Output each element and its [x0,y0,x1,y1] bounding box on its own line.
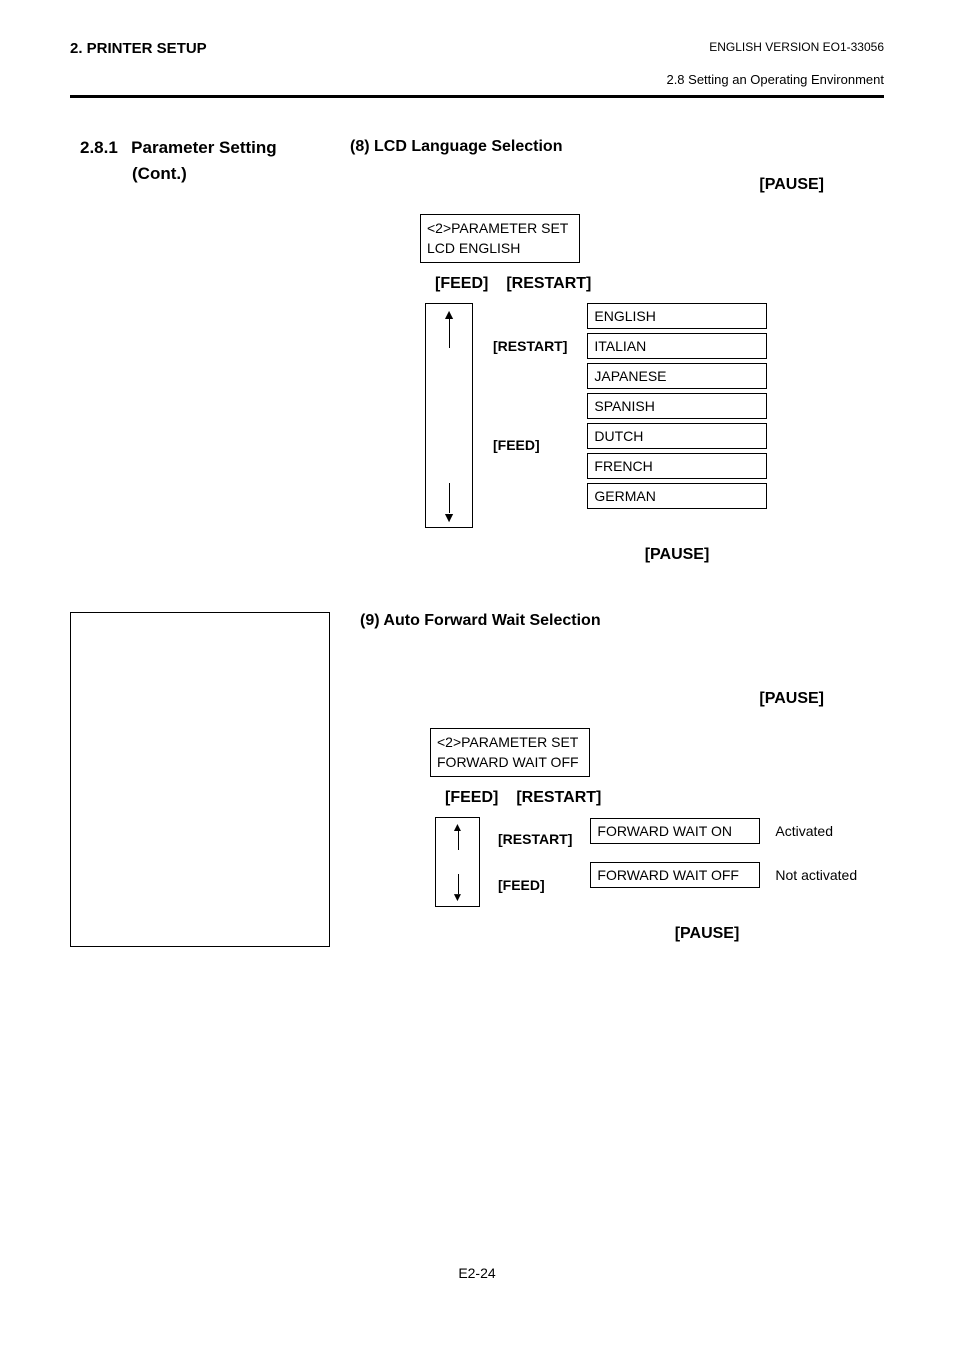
sub8-pause-bottom: [PAUSE] [470,546,884,564]
section-cont: (Cont.) [132,164,350,184]
header-left: 2. PRINTER SETUP [70,40,207,57]
sub8-feed: [FEED] [435,275,488,293]
sub8-side-feed: [FEED] [493,437,567,453]
lang-box: FRENCH [587,453,767,479]
fw-label: Activated [775,823,833,839]
section-num: 2.8.1 [80,138,118,157]
lang-box: GERMAN [587,483,767,509]
fw-box: FORWARD WAIT OFF [590,862,760,888]
arrow-down-icon: ▼ [442,509,456,525]
sub8-updown-box: ▲ ▼ [425,303,473,528]
header-right-line1: ENGLISH VERSION EO1-33056 [666,40,884,54]
fw-label: Not activated [775,867,857,883]
sub8-side-restart: [RESTART] [493,338,567,354]
lang-box: ITALIAN [587,333,767,359]
sub9-updown-box: ▲ ▼ [435,817,480,907]
sub9-side-feed: [FEED] [498,877,572,893]
sub8-pause-top: [PAUSE] [350,176,824,194]
header-right: ENGLISH VERSION EO1-33056 2.8 Setting an… [666,40,884,87]
sub8-lcd-line2: LCD ENGLISH [427,239,573,259]
sub9-empty-box [70,612,330,947]
sub9-feed: [FEED] [445,789,498,807]
sub9-pause-top: [PAUSE] [360,690,824,708]
lang-box: ENGLISH [587,303,767,329]
sub9-side-restart: [RESTART] [498,831,572,847]
arrow-down-icon: ▼ [452,890,464,904]
header-divider [70,95,884,98]
section-title: Parameter Setting [131,138,277,157]
sub8-lang-list: ENGLISH ITALIAN JAPANESE SPANISH DUTCH F… [587,303,767,528]
sub9-lcd-line1: <2>PARAMETER SET [437,733,583,753]
page-footer: E2-24 [0,1265,954,1281]
sub8-title: (8) LCD Language Selection [350,138,884,156]
section-heading: 2.8.1 Parameter Setting [80,138,350,158]
sub9-pause-bottom: [PAUSE] [530,925,884,943]
fw-box: FORWARD WAIT ON [590,818,760,844]
sub8-lcd-line1: <2>PARAMETER SET [427,219,573,239]
header-right-line2: 2.8 Setting an Operating Environment [666,72,884,87]
sub9-lcd-line2: FORWARD WAIT OFF [437,753,583,773]
sub8-restart: [RESTART] [506,275,591,293]
sub8-lcd-box: <2>PARAMETER SET LCD ENGLISH [420,214,580,263]
sub9-restart: [RESTART] [516,789,601,807]
sub9-title: (9) Auto Forward Wait Selection [360,612,884,630]
lang-box: DUTCH [587,423,767,449]
sub9-lcd-box: <2>PARAMETER SET FORWARD WAIT OFF [430,728,590,777]
lang-box: SPANISH [587,393,767,419]
lang-box: JAPANESE [587,363,767,389]
